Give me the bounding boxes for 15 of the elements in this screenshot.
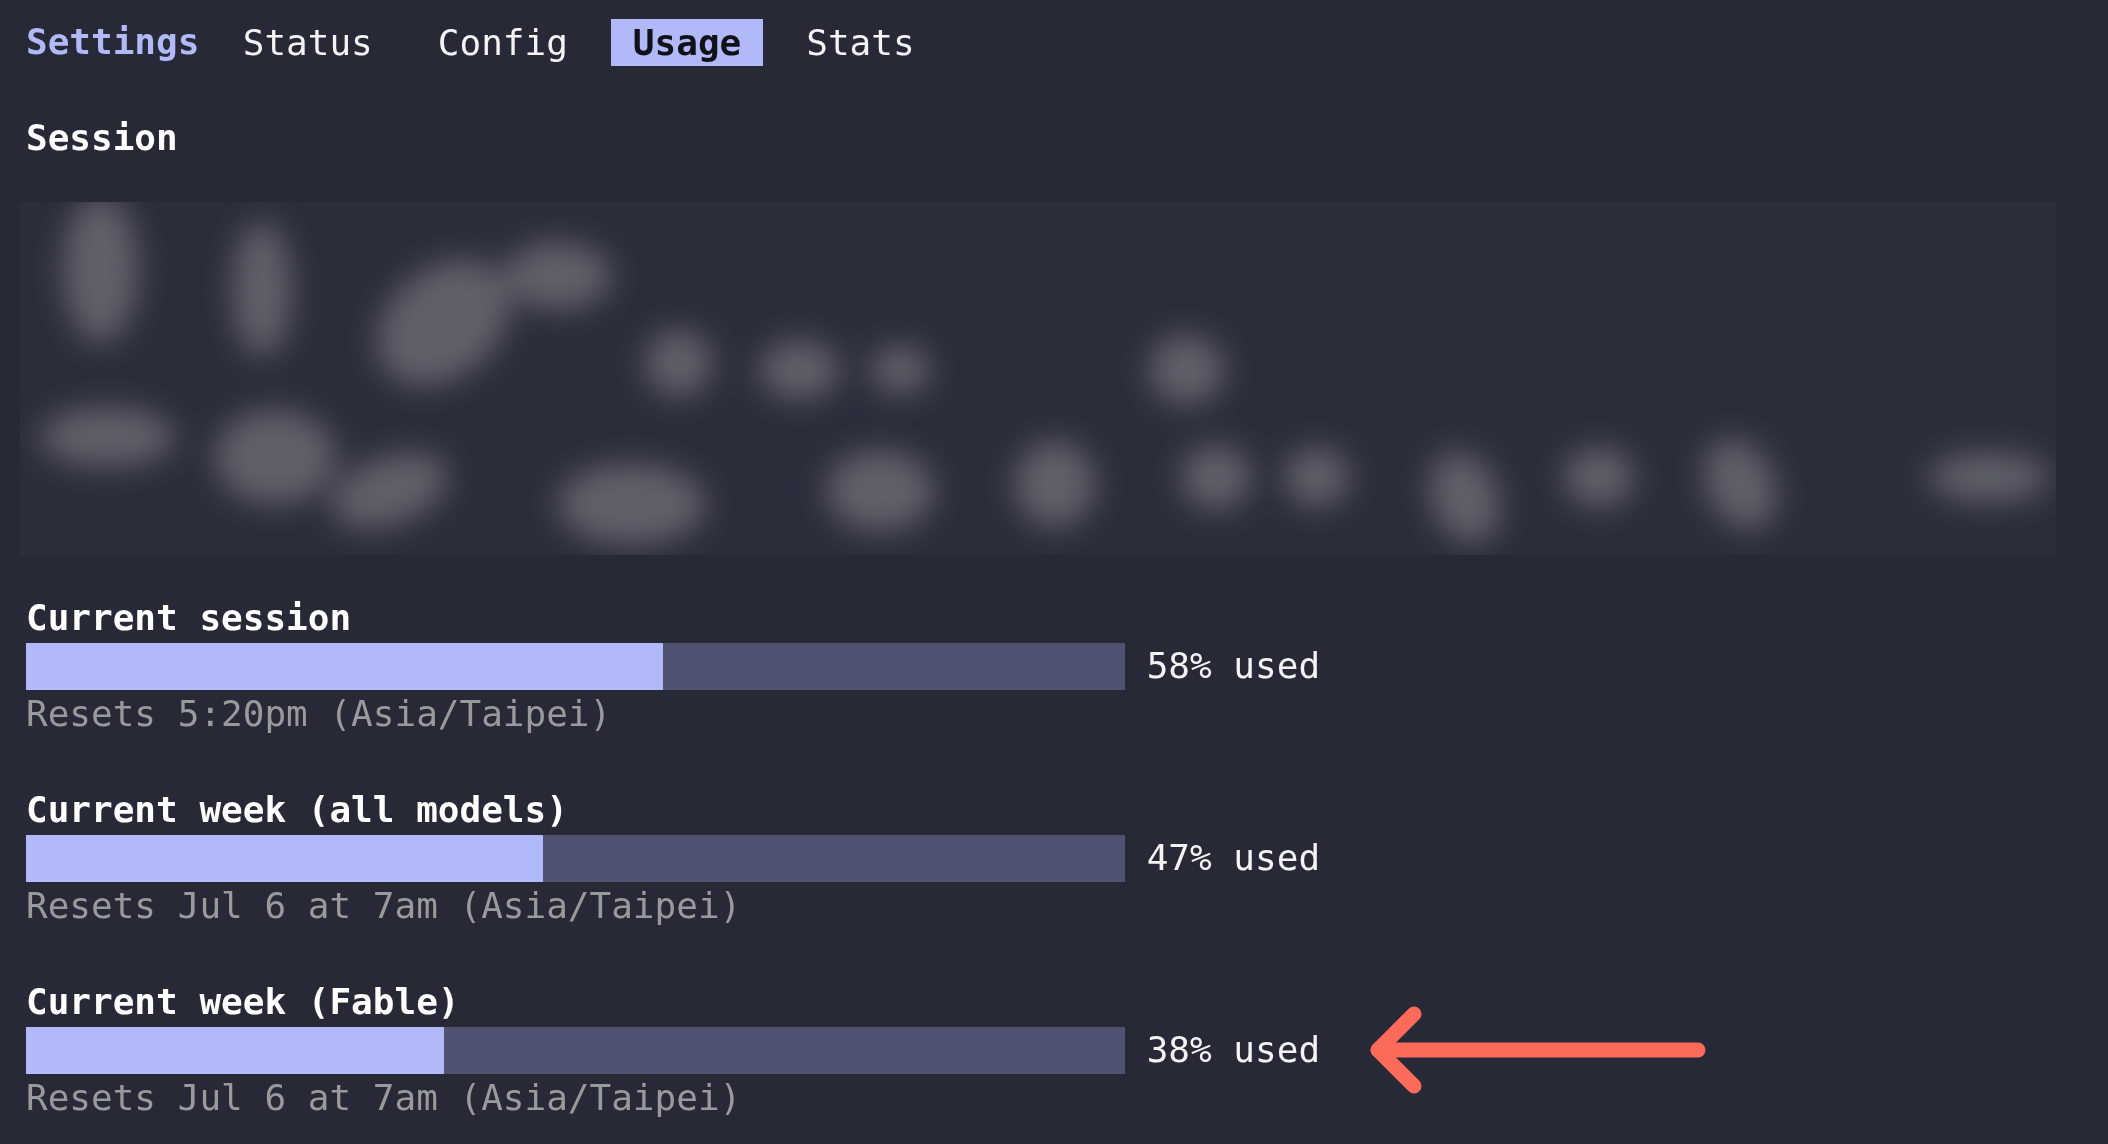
tab[interactable]: Usage — [611, 18, 763, 66]
app-title: Settings — [26, 20, 200, 64]
usage-reading: 47% used — [1146, 836, 1321, 880]
limit-title: Current session — [26, 596, 352, 640]
reset-time: Resets Jul 6 at 7am (Asia/Taipei) — [26, 1076, 742, 1120]
tab[interactable]: Config — [416, 18, 590, 66]
limit-title: Current week (all models) — [26, 788, 568, 832]
section-heading: Session — [26, 116, 178, 160]
usage-reading: 38% used — [1146, 1028, 1321, 1072]
reset-time: Resets 5:20pm (Asia/Taipei) — [26, 692, 612, 736]
usage-reading: 58% used — [1146, 644, 1321, 688]
limit-title: Current week (Fable) — [26, 980, 460, 1024]
tab[interactable]: Status — [221, 18, 395, 66]
reset-time: Resets Jul 6 at 7am (Asia/Taipei) — [26, 884, 742, 928]
tab[interactable]: Stats — [784, 18, 937, 66]
